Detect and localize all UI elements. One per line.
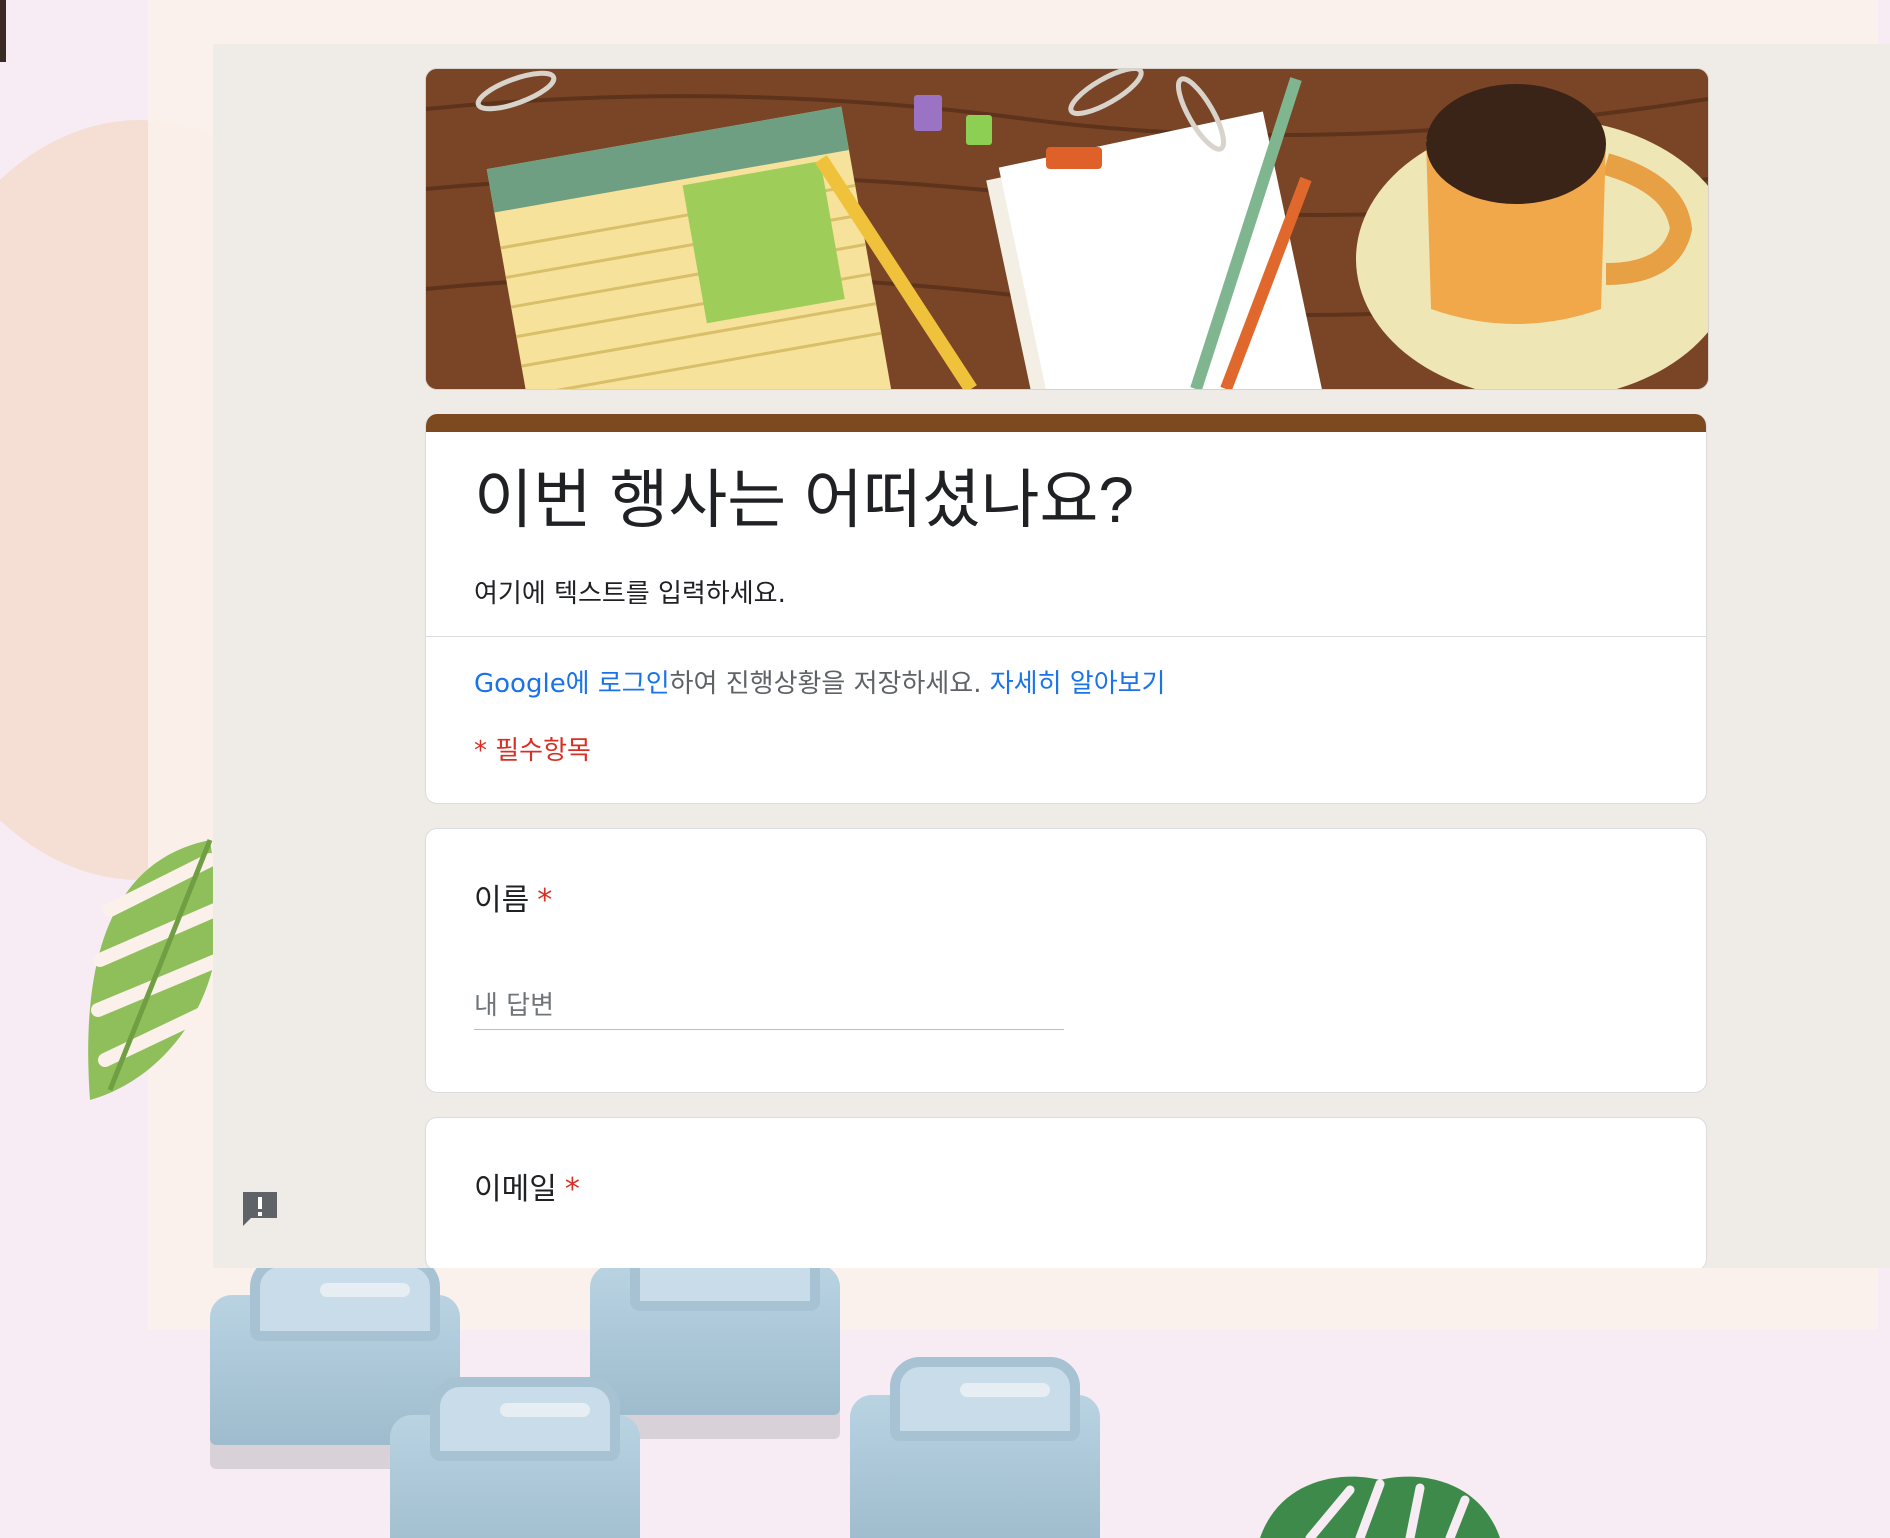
- learn-more-link[interactable]: 자세히 알아보기: [990, 669, 1166, 699]
- feedback-icon: [243, 1192, 277, 1226]
- form-title-card: 이번 행사는 어떠셨나요? 여기에 텍스트를 입력하세요. Google에 로그…: [425, 414, 1707, 804]
- question-label: 이메일: [474, 1171, 557, 1207]
- answer-field-wrapper: [474, 990, 1064, 1030]
- form-window: 이번 행사는 어떠셨나요? 여기에 텍스트를 입력하세요. Google에 로그…: [213, 44, 1890, 1268]
- desk-illustration: [426, 69, 1708, 389]
- question-title: 이름 *: [474, 875, 1658, 919]
- required-asterisk: *: [537, 882, 553, 918]
- required-note: * 필수항목: [474, 735, 591, 766]
- feedback-button[interactable]: [239, 1188, 281, 1230]
- question-card-email: 이메일 *: [425, 1116, 1707, 1268]
- form-description: 여기에 텍스트를 입력하세요.: [474, 578, 786, 609]
- monstera-leaf-illustration: [88, 839, 225, 1100]
- form-header-image: [425, 68, 1709, 390]
- stapler-illustrations: [150, 1227, 1890, 1538]
- question-label: 이름: [474, 882, 530, 918]
- title-section: 이번 행사는 어떠셨나요? 여기에 텍스트를 입력하세요.: [426, 432, 1706, 637]
- form-title: 이번 행사는 어떠셨나요?: [474, 464, 1134, 536]
- background-edge: [0, 0, 6, 62]
- google-signin-link[interactable]: Google에 로그인: [474, 669, 670, 699]
- theme-accent-bar: [426, 414, 1706, 432]
- signin-section: Google에 로그인하여 진행상황을 저장하세요. 자세히 알아보기 * 필수…: [426, 637, 1706, 803]
- name-answer-input[interactable]: [474, 990, 1064, 1021]
- question-title: 이메일 *: [474, 1164, 1658, 1208]
- signin-text: 하여 진행상황을 저장하세요.: [669, 668, 982, 699]
- signin-prompt: Google에 로그인하여 진행상황을 저장하세요. 자세히 알아보기: [474, 663, 1658, 700]
- question-card-name: 이름 *: [425, 827, 1707, 1093]
- form-column: 이번 행사는 어떠셨나요? 여기에 텍스트를 입력하세요. Google에 로그…: [425, 68, 1709, 1268]
- required-asterisk: *: [564, 1171, 580, 1207]
